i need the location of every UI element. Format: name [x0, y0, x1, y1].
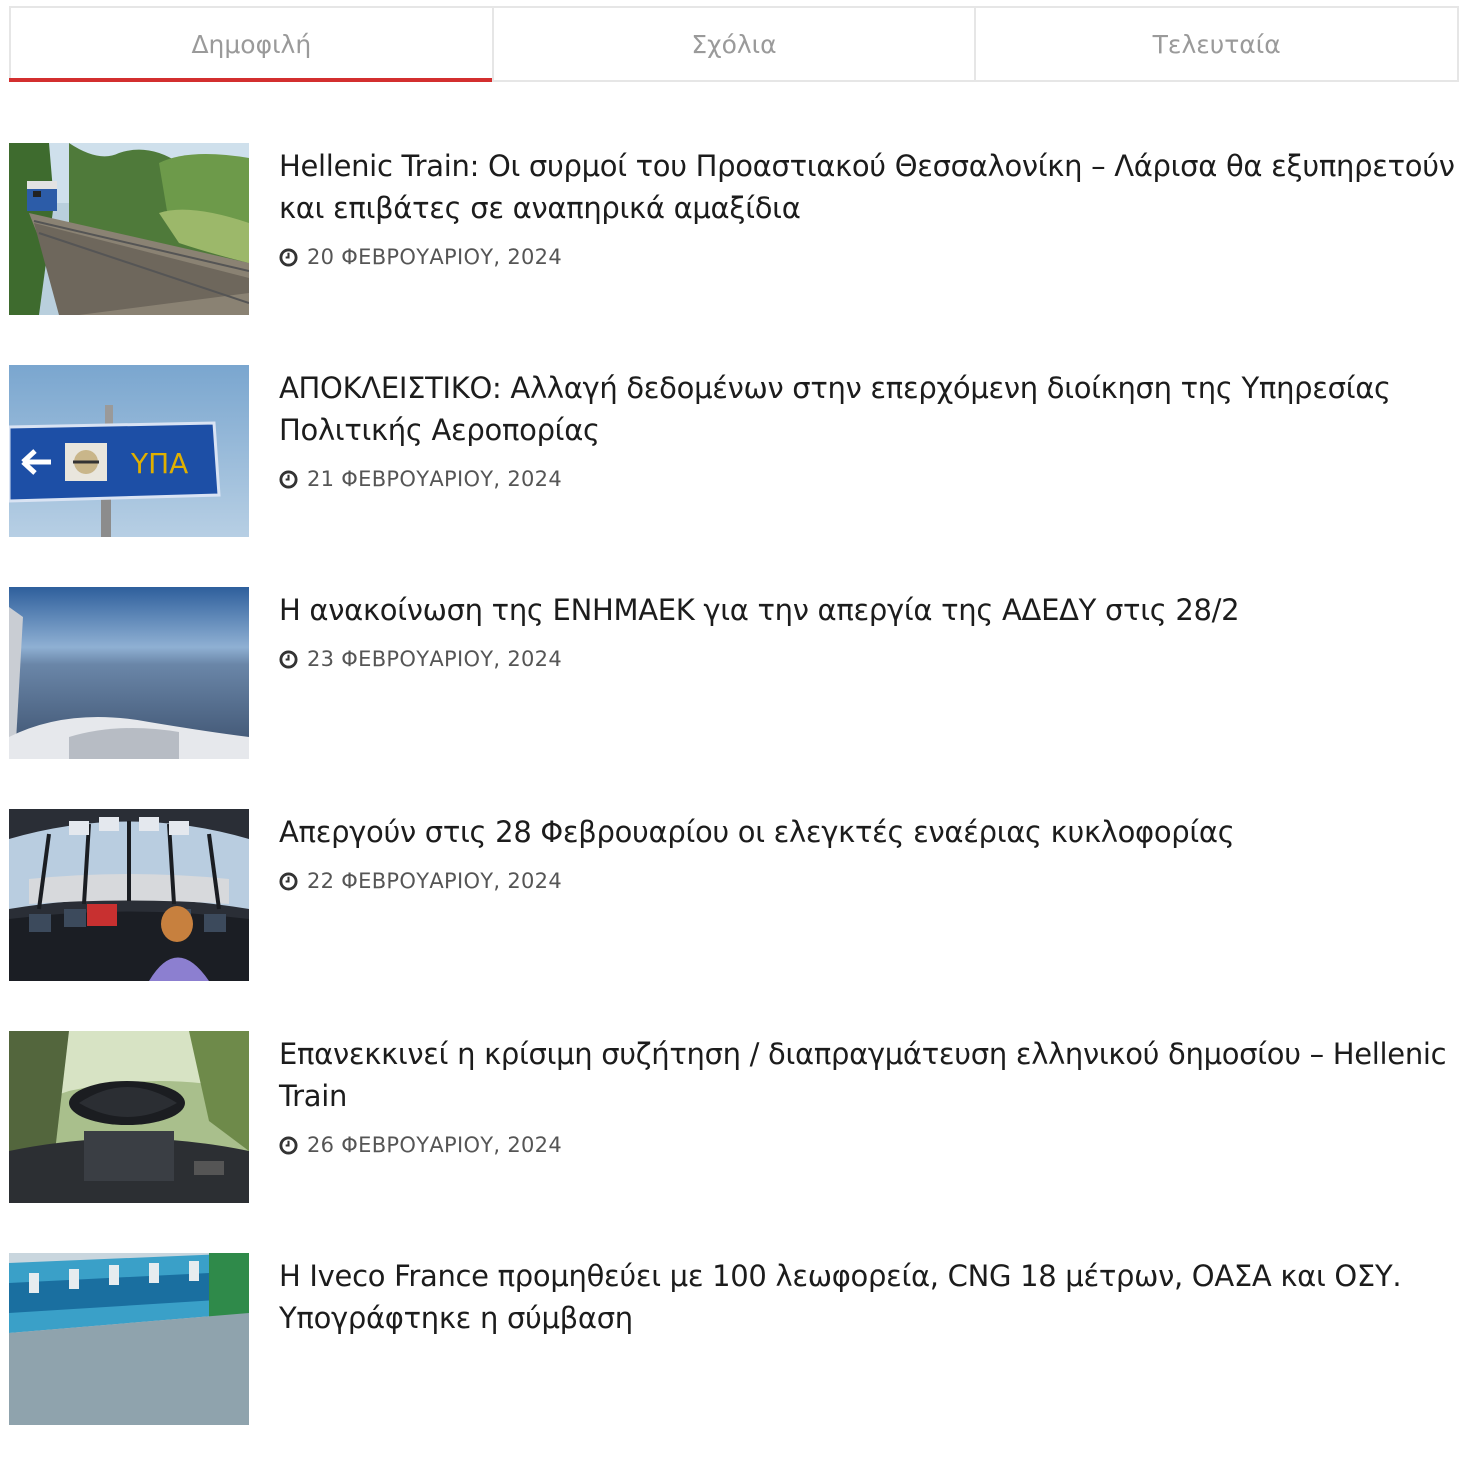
article-date: 26 ΦΕΒΡΟΥΑΡΙΟΥ, 2024 [307, 1133, 562, 1157]
article-thumbnail[interactable]: ΥΠΑ [9, 365, 249, 537]
list-item: Απεργούν στις 28 Φεβρουαρίου οι ελεγκτές… [9, 809, 1459, 1031]
article-date: 20 ΦΕΒΡΟΥΑΡΙΟΥ, 2024 [307, 245, 562, 269]
article-text: Hellenic Train: Οι συρμοί του Προαστιακο… [279, 143, 1459, 269]
clock-icon [279, 469, 298, 489]
clock-icon [279, 871, 298, 891]
article-text: Η Iveco France προμηθεύει με 100 λεωφορε… [279, 1253, 1459, 1339]
sign-photo: ΥΠΑ [9, 365, 249, 537]
article-meta: 22 ΦΕΒΡΟΥΑΡΙΟΥ, 2024 [279, 869, 1459, 893]
bus-photo [9, 1253, 249, 1425]
article-list: Hellenic Train: Οι συρμοί του Προαστιακο… [9, 143, 1459, 1475]
article-title[interactable]: Επανεκκινεί η κρίσιμη συζήτηση / διαπραγ… [279, 1033, 1459, 1117]
article-meta: 23 ΦΕΒΡΟΥΑΡΙΟΥ, 2024 [279, 647, 1459, 671]
aerial-photo [9, 587, 249, 759]
control-tower-photo [9, 809, 249, 981]
list-item: Η Iveco France προμηθεύει με 100 λεωφορε… [9, 1253, 1459, 1475]
list-item: ΥΠΑ ΑΠΟΚΛΕΙΣΤΙΚΟ: Αλλαγή δεδομένων στην … [9, 365, 1459, 587]
article-meta: 21 ΦΕΒΡΟΥΑΡΙΟΥ, 2024 [279, 467, 1459, 491]
article-date: 22 ΦΕΒΡΟΥΑΡΙΟΥ, 2024 [307, 869, 562, 893]
list-item: Η ανακοίνωση της ΕΝΗΜΑΕΚ για την απεργία… [9, 587, 1459, 809]
clock-icon [279, 649, 298, 669]
tab-popular[interactable]: Δημοφιλή [9, 8, 494, 82]
article-thumbnail[interactable] [9, 809, 249, 981]
article-thumbnail[interactable] [9, 587, 249, 759]
tab-bar: Δημοφιλή Σχόλια Τελευταία [9, 6, 1459, 82]
clock-icon [279, 247, 298, 267]
article-title[interactable]: Η Iveco France προμηθεύει με 100 λεωφορε… [279, 1255, 1459, 1339]
article-title[interactable]: Απεργούν στις 28 Φεβρουαρίου οι ελεγκτές… [279, 811, 1459, 853]
article-thumbnail[interactable] [9, 1031, 249, 1203]
clock-icon [279, 1135, 298, 1155]
article-text: Η ανακοίνωση της ΕΝΗΜΑΕΚ για την απεργία… [279, 587, 1459, 671]
list-item: Hellenic Train: Οι συρμοί του Προαστιακο… [9, 143, 1459, 365]
article-title[interactable]: Hellenic Train: Οι συρμοί του Προαστιακο… [279, 145, 1459, 229]
article-thumbnail[interactable] [9, 1253, 249, 1425]
list-item: Επανεκκινεί η κρίσιμη συζήτηση / διαπραγ… [9, 1031, 1459, 1253]
sign-label: ΥΠΑ [130, 447, 188, 480]
article-text: Απεργούν στις 28 Φεβρουαρίου οι ελεγκτές… [279, 809, 1459, 893]
article-meta: 20 ΦΕΒΡΟΥΑΡΙΟΥ, 2024 [279, 245, 1459, 269]
article-text: ΑΠΟΚΛΕΙΣΤΙΚΟ: Αλλαγή δεδομένων στην επερ… [279, 365, 1459, 491]
tab-comments[interactable]: Σχόλια [494, 8, 977, 80]
article-text: Επανεκκινεί η κρίσιμη συζήτηση / διαπραγ… [279, 1031, 1459, 1157]
article-date: 21 ΦΕΒΡΟΥΑΡΙΟΥ, 2024 [307, 467, 562, 491]
article-date: 23 ΦΕΒΡΟΥΑΡΙΟΥ, 2024 [307, 647, 562, 671]
article-thumbnail[interactable] [9, 143, 249, 315]
article-title[interactable]: ΑΠΟΚΛΕΙΣΤΙΚΟ: Αλλαγή δεδομένων στην επερ… [279, 367, 1459, 451]
tab-latest[interactable]: Τελευταία [976, 8, 1457, 80]
train-photo [9, 143, 249, 315]
train-cab-photo [9, 1031, 249, 1203]
article-meta: 26 ΦΕΒΡΟΥΑΡΙΟΥ, 2024 [279, 1133, 1459, 1157]
article-title[interactable]: Η ανακοίνωση της ΕΝΗΜΑΕΚ για την απεργία… [279, 589, 1459, 631]
